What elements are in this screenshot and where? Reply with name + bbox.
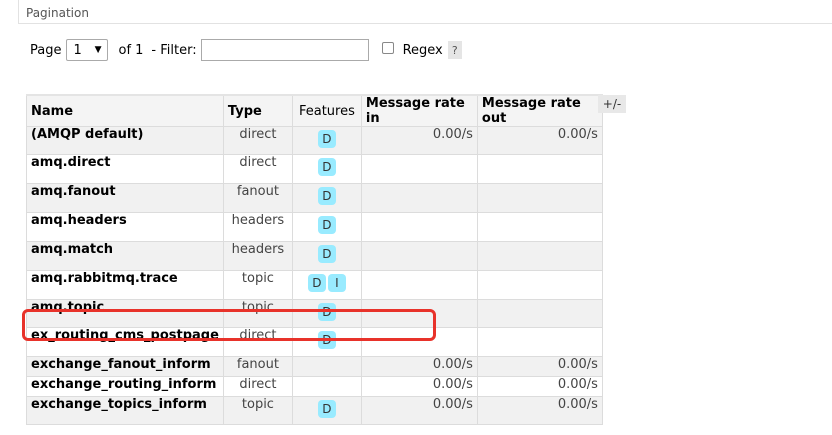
rate-in <box>360 270 478 300</box>
table-row: amq.headers headers D <box>26 212 603 242</box>
exchange-features: D <box>291 212 362 242</box>
feature-badge: D <box>317 130 336 148</box>
rate-out: 0.00/s <box>476 396 603 425</box>
col-rate-out[interactable]: Message rate out <box>476 94 603 127</box>
table-row: amq.direct direct D <box>26 154 603 184</box>
rate-in: 0.00/s <box>360 356 478 377</box>
feature-badge: D <box>317 245 336 263</box>
exchange-type: direct <box>222 126 293 155</box>
exchange-type: direct <box>222 154 293 184</box>
rate-out <box>476 154 603 184</box>
exchanges-table: Name Type Features Message rate in Messa… <box>26 94 603 425</box>
exchange-features <box>291 356 362 377</box>
exchange-type: direct <box>222 327 293 357</box>
rate-in <box>360 154 478 184</box>
filter-input[interactable] <box>200 39 369 61</box>
feature-badge: D <box>317 400 336 418</box>
section-title[interactable]: Pagination <box>26 6 89 20</box>
feature-badge: D <box>307 274 326 292</box>
page-select-value: 1 <box>73 42 82 58</box>
rate-in <box>360 212 478 242</box>
exchange-features: D <box>291 154 362 184</box>
table-row: amq.topic topic D <box>26 299 603 328</box>
filter-label: - Filter: <box>151 42 197 58</box>
col-name[interactable]: Name <box>26 94 224 127</box>
rate-out <box>476 270 603 300</box>
exchange-type: topic <box>222 396 293 425</box>
exchange-name-link[interactable]: ex_routing_cms_postpage <box>26 327 224 357</box>
exchange-type: topic <box>222 270 293 300</box>
left-rule <box>18 0 19 24</box>
columns-toggle-button[interactable]: +/- <box>598 95 626 113</box>
feature-badge: D <box>317 158 336 176</box>
table-row: exchange_topics_inform topic D 0.00/s 0.00/s <box>26 396 603 425</box>
page-count-label: of 1 <box>118 42 144 58</box>
regex-label: Regex <box>402 42 443 58</box>
exchange-name-link[interactable]: amq.rabbitmq.trace <box>26 270 224 300</box>
rate-out: 0.00/s <box>476 356 603 377</box>
table-row: amq.match headers D <box>26 241 603 271</box>
exchange-type: direct <box>222 376 293 397</box>
exchange-features: D <box>291 396 362 425</box>
rate-out <box>476 299 603 328</box>
exchange-name-link[interactable]: exchange_topics_inform <box>26 396 224 425</box>
rate-out <box>476 212 603 242</box>
rate-in <box>360 183 478 213</box>
exchange-name-link[interactable]: amq.topic <box>26 299 224 328</box>
table-row: exchange_fanout_inform fanout 0.00/s 0.00/s <box>26 356 603 377</box>
exchange-features <box>291 376 362 397</box>
exchange-features: D <box>291 299 362 328</box>
table-header-row: Name Type Features Message rate in Messa… <box>26 94 603 127</box>
rate-out <box>476 183 603 213</box>
exchange-type: fanout <box>222 183 293 213</box>
feature-badge: D <box>317 187 336 205</box>
rate-in: 0.00/s <box>360 126 478 155</box>
rate-in <box>360 241 478 271</box>
rate-out: 0.00/s <box>476 376 603 397</box>
page-label: Page <box>30 42 62 58</box>
feature-badge: D <box>317 216 336 234</box>
exchange-type: fanout <box>222 356 293 377</box>
rate-out <box>476 327 603 357</box>
table-row: (AMQP default) direct D 0.00/s 0.00/s <box>26 126 603 155</box>
exchange-name-link[interactable]: amq.match <box>26 241 224 271</box>
exchange-name-link[interactable]: amq.headers <box>26 212 224 242</box>
table-body: (AMQP default) direct D 0.00/s 0.00/s amq.dir… <box>26 126 603 425</box>
feature-badge: D <box>317 303 336 321</box>
rate-out <box>476 241 603 271</box>
chevron-down-icon: ▼ <box>94 45 102 55</box>
pager: Page 1 ▼ of 1 - Filter: Regex ? <box>30 38 462 62</box>
page-select[interactable]: 1 ▼ <box>66 39 109 61</box>
col-rate-in[interactable]: Message rate in <box>360 94 478 127</box>
rate-out: 0.00/s <box>476 126 603 155</box>
exchange-name-link[interactable]: amq.fanout <box>26 183 224 213</box>
col-type[interactable]: Type <box>222 94 293 127</box>
regex-checkbox[interactable] <box>381 42 394 54</box>
table-row: exchange_routing_inform direct 0.00/s 0.00/… <box>26 376 603 397</box>
rate-in: 0.00/s <box>360 376 478 397</box>
table-row: ex_routing_cms_postpage direct D <box>26 327 603 357</box>
section-rule <box>18 23 832 24</box>
exchange-type: headers <box>222 241 293 271</box>
feature-badge: I <box>327 274 346 292</box>
exchange-features: D <box>291 126 362 155</box>
col-features[interactable]: Features <box>291 94 362 127</box>
exchange-features: DI <box>291 270 362 300</box>
exchange-type: topic <box>222 299 293 328</box>
regex-help-button[interactable]: ? <box>447 41 462 59</box>
exchange-features: D <box>291 241 362 271</box>
exchange-type: headers <box>222 212 293 242</box>
feature-badge: D <box>317 331 336 349</box>
exchange-name-link[interactable]: exchange_routing_inform <box>26 376 224 397</box>
exchange-name-link[interactable]: amq.direct <box>26 154 224 184</box>
exchange-name-link[interactable]: (AMQP default) <box>26 126 224 155</box>
rate-in: 0.00/s <box>360 396 478 425</box>
exchange-features: D <box>291 183 362 213</box>
rate-in <box>360 327 478 357</box>
rate-in <box>360 299 478 328</box>
table-row: amq.rabbitmq.trace topic D I <box>26 270 603 300</box>
table-row: amq.fanout fanout D <box>26 183 603 213</box>
exchange-name-link[interactable]: exchange_fanout_inform <box>26 356 224 377</box>
exchange-features: D <box>291 327 362 357</box>
